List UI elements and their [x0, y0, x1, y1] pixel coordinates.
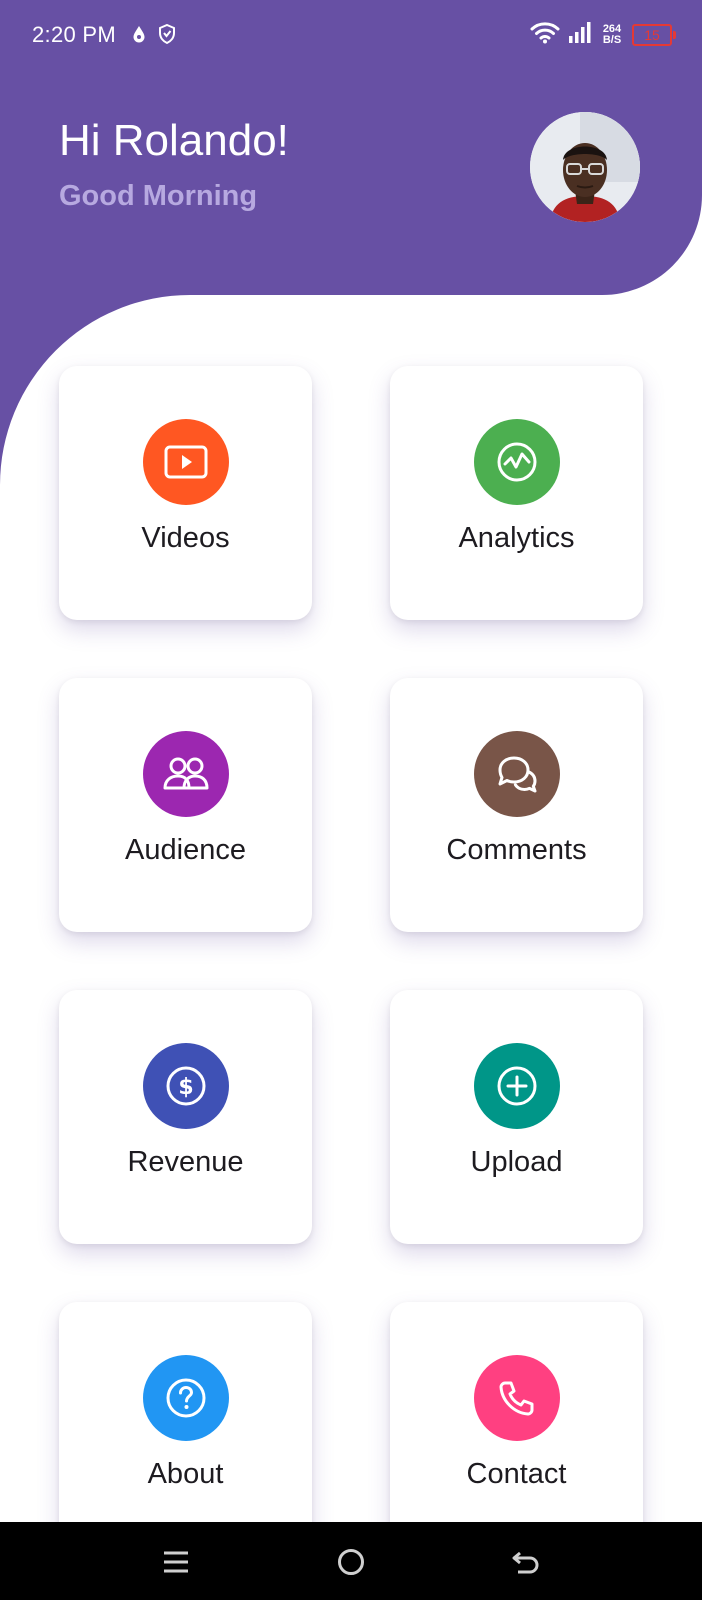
status-left-icons — [132, 23, 176, 49]
status-right-icons: 264 B/S 15 — [530, 20, 676, 49]
back-icon[interactable] — [506, 1542, 546, 1582]
battery-level: 15 — [644, 26, 660, 43]
menu-card-label: Upload — [470, 1146, 563, 1178]
chat-icon — [474, 731, 560, 817]
menu-card-label: Comments — [446, 834, 587, 866]
status-time: 2:20 PM — [32, 22, 117, 47]
net-speed-value: 264 — [602, 22, 622, 35]
menu-icon[interactable] — [156, 1542, 196, 1582]
net-speed-unit: B/S — [602, 33, 622, 46]
menu-card-revenue[interactable]: $ Revenue — [59, 990, 312, 1244]
avatar[interactable] — [530, 112, 640, 222]
menu-card-label: Revenue — [127, 1146, 244, 1178]
menu-card-audience[interactable]: Audience — [59, 678, 312, 932]
net-speed: 264 B/S — [600, 22, 624, 46]
menu-card-label: Analytics — [458, 522, 575, 554]
menu-card-contact[interactable]: Contact — [390, 1302, 643, 1556]
signal-icon — [568, 20, 592, 49]
status-bar: 2:20 PM 264 B/S 15 — [0, 0, 702, 72]
menu-card-analytics[interactable]: Analytics — [390, 366, 643, 620]
dollar-icon: $ — [143, 1043, 229, 1129]
play-icon — [143, 419, 229, 505]
menu-card-label: About — [147, 1458, 224, 1490]
menu-card-label: Audience — [125, 834, 246, 866]
menu-card-comments[interactable]: Comments — [390, 678, 643, 932]
help-icon — [143, 1355, 229, 1441]
svg-text:$: $ — [178, 1075, 193, 1100]
menu-card-about[interactable]: About — [59, 1302, 312, 1556]
shield-icon — [158, 23, 176, 49]
system-nav-bar — [0, 1522, 702, 1600]
people-icon — [143, 731, 229, 817]
wifi-icon — [530, 20, 560, 49]
chart-icon — [474, 419, 560, 505]
drop-icon — [132, 25, 146, 48]
menu-card-upload[interactable]: Upload — [390, 990, 643, 1244]
add-icon — [474, 1043, 560, 1129]
greeting-subtitle: Good Morning — [59, 180, 258, 212]
greeting-title: Hi Rolando! — [59, 116, 289, 165]
battery-icon: 15 — [632, 23, 676, 46]
menu-card-label: Contact — [466, 1458, 567, 1490]
phone-icon — [474, 1355, 560, 1441]
menu-card-videos[interactable]: Videos — [59, 366, 312, 620]
home-icon[interactable] — [331, 1542, 371, 1582]
menu-card-label: Videos — [141, 522, 230, 554]
